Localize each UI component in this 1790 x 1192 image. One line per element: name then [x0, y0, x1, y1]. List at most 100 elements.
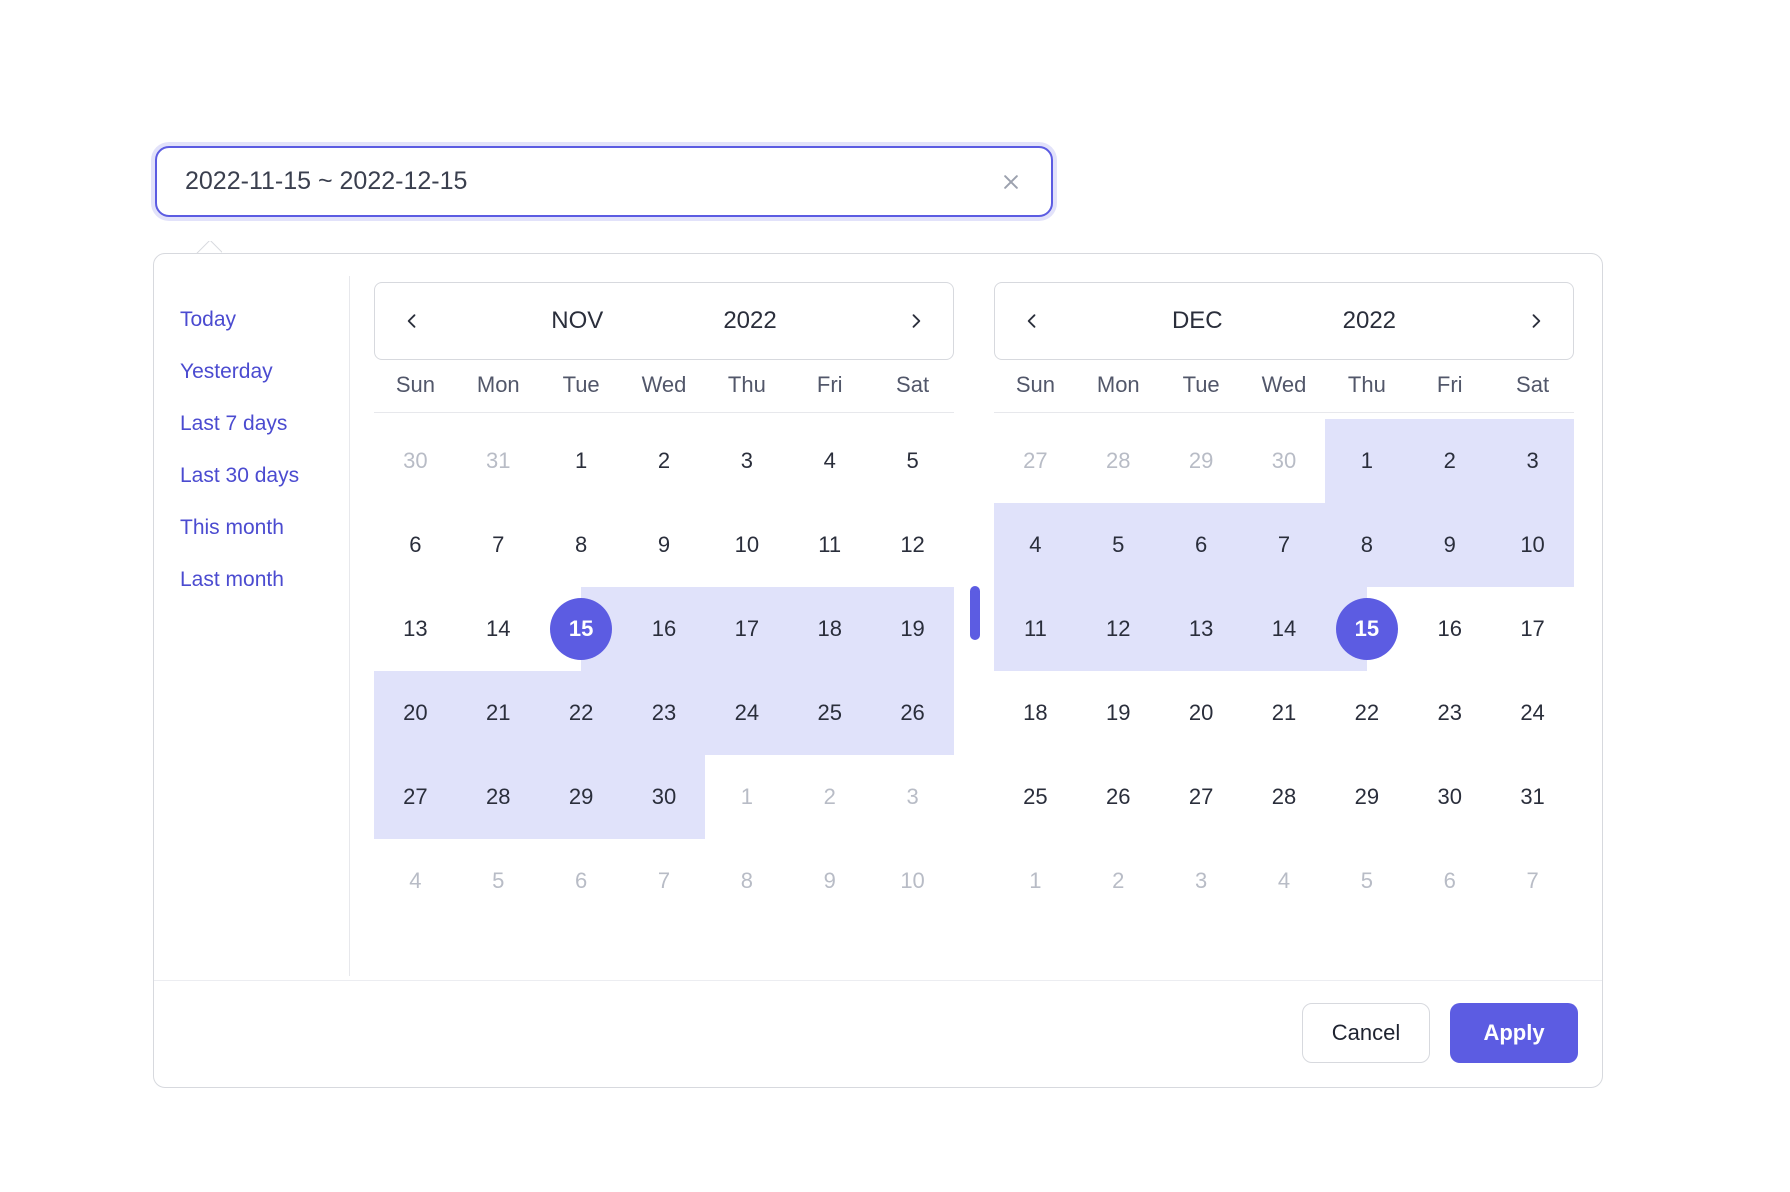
day-cell[interactable]: 23	[623, 671, 706, 755]
day-cell[interactable]: 4	[374, 839, 457, 923]
day-cell[interactable]: 5	[457, 839, 540, 923]
day-cell[interactable]: 24	[1491, 671, 1574, 755]
day-cell[interactable]: 11	[788, 503, 871, 587]
day-cell[interactable]: 4	[994, 503, 1077, 587]
day-cell[interactable]: 5	[1325, 839, 1408, 923]
day-cell[interactable]: 30	[374, 419, 457, 503]
shortcut-item[interactable]: Yesterday	[180, 346, 349, 398]
day-cell[interactable]: 17	[705, 587, 788, 671]
day-cell[interactable]: 3	[871, 755, 954, 839]
day-cell[interactable]: 13	[1160, 587, 1243, 671]
day-cell[interactable]: 31	[1491, 755, 1574, 839]
day-cell[interactable]: 15	[1325, 587, 1408, 671]
apply-button[interactable]: Apply	[1450, 1003, 1578, 1063]
day-cell[interactable]: 1	[994, 839, 1077, 923]
day-cell[interactable]: 23	[1408, 671, 1491, 755]
day-cell[interactable]: 14	[1243, 587, 1326, 671]
day-cell[interactable]: 19	[871, 587, 954, 671]
day-cell[interactable]: 7	[623, 839, 706, 923]
calendar-year-label[interactable]: 2022	[1343, 307, 1396, 335]
day-cell[interactable]: 14	[457, 587, 540, 671]
day-cell[interactable]: 31	[457, 419, 540, 503]
day-cell[interactable]: 22	[540, 671, 623, 755]
shortcut-item[interactable]: Last 30 days	[180, 450, 349, 502]
day-cell[interactable]: 1	[540, 419, 623, 503]
day-cell[interactable]: 26	[871, 671, 954, 755]
day-cell[interactable]: 7	[457, 503, 540, 587]
day-cell[interactable]: 28	[1243, 755, 1326, 839]
day-cell[interactable]: 15	[540, 587, 623, 671]
day-cell[interactable]: 5	[1077, 503, 1160, 587]
day-cell[interactable]: 29	[1325, 755, 1408, 839]
day-cell[interactable]: 30	[623, 755, 706, 839]
day-cell[interactable]: 19	[1077, 671, 1160, 755]
day-cell[interactable]: 18	[788, 587, 871, 671]
date-range-input[interactable]: 2022-11-15 ~ 2022-12-15	[155, 146, 1053, 217]
day-cell[interactable]: 28	[1077, 419, 1160, 503]
next-month-button[interactable]	[899, 304, 933, 338]
day-cell[interactable]: 27	[1160, 755, 1243, 839]
next-month-button[interactable]	[1519, 304, 1553, 338]
day-cell[interactable]: 29	[1160, 419, 1243, 503]
calendar-month-label[interactable]: NOV	[551, 307, 603, 335]
day-cell[interactable]: 6	[1160, 503, 1243, 587]
calendar-year-label[interactable]: 2022	[723, 307, 776, 335]
day-cell[interactable]: 29	[540, 755, 623, 839]
day-cell[interactable]: 12	[1077, 587, 1160, 671]
day-cell[interactable]: 4	[1243, 839, 1326, 923]
day-cell[interactable]: 12	[871, 503, 954, 587]
day-cell[interactable]: 25	[994, 755, 1077, 839]
day-cell[interactable]: 17	[1491, 587, 1574, 671]
day-cell[interactable]: 1	[705, 755, 788, 839]
day-cell[interactable]: 8	[705, 839, 788, 923]
day-cell[interactable]: 26	[1077, 755, 1160, 839]
day-cell[interactable]: 2	[788, 755, 871, 839]
day-cell[interactable]: 6	[1408, 839, 1491, 923]
day-cell[interactable]: 7	[1491, 839, 1574, 923]
day-cell[interactable]: 21	[457, 671, 540, 755]
prev-month-button[interactable]	[395, 304, 429, 338]
day-cell[interactable]: 20	[374, 671, 457, 755]
day-cell[interactable]: 9	[1408, 503, 1491, 587]
cancel-button[interactable]: Cancel	[1302, 1003, 1430, 1063]
day-cell[interactable]: 6	[540, 839, 623, 923]
day-cell[interactable]: 2	[1408, 419, 1491, 503]
day-cell[interactable]: 27	[994, 419, 1077, 503]
day-cell[interactable]: 10	[705, 503, 788, 587]
shortcut-item[interactable]: Last month	[180, 554, 349, 606]
day-cell[interactable]: 20	[1160, 671, 1243, 755]
day-cell[interactable]: 8	[1325, 503, 1408, 587]
day-cell[interactable]: 11	[994, 587, 1077, 671]
day-cell[interactable]: 18	[994, 671, 1077, 755]
day-cell[interactable]: 8	[540, 503, 623, 587]
day-cell[interactable]: 21	[1243, 671, 1326, 755]
prev-month-button[interactable]	[1015, 304, 1049, 338]
day-cell[interactable]: 7	[1243, 503, 1326, 587]
day-cell[interactable]: 1	[1325, 419, 1408, 503]
day-cell[interactable]: 4	[788, 419, 871, 503]
day-cell[interactable]: 13	[374, 587, 457, 671]
day-cell[interactable]: 3	[1491, 419, 1574, 503]
day-cell[interactable]: 2	[623, 419, 706, 503]
day-cell[interactable]: 5	[871, 419, 954, 503]
day-cell[interactable]: 9	[788, 839, 871, 923]
day-cell[interactable]: 22	[1325, 671, 1408, 755]
day-cell[interactable]: 10	[1491, 503, 1574, 587]
day-cell[interactable]: 3	[705, 419, 788, 503]
day-cell[interactable]: 30	[1243, 419, 1326, 503]
day-cell[interactable]: 6	[374, 503, 457, 587]
day-cell[interactable]: 2	[1077, 839, 1160, 923]
shortcut-item[interactable]: Last 7 days	[180, 398, 349, 450]
shortcut-item[interactable]: Today	[180, 294, 349, 346]
day-cell[interactable]: 10	[871, 839, 954, 923]
shortcut-item[interactable]: This month	[180, 502, 349, 554]
day-cell[interactable]: 9	[623, 503, 706, 587]
day-cell[interactable]: 24	[705, 671, 788, 755]
day-cell[interactable]: 30	[1408, 755, 1491, 839]
day-cell[interactable]: 3	[1160, 839, 1243, 923]
clear-icon[interactable]	[999, 170, 1023, 194]
day-cell[interactable]: 16	[623, 587, 706, 671]
day-cell[interactable]: 28	[457, 755, 540, 839]
day-cell[interactable]: 25	[788, 671, 871, 755]
calendar-month-label[interactable]: DEC	[1172, 307, 1223, 335]
